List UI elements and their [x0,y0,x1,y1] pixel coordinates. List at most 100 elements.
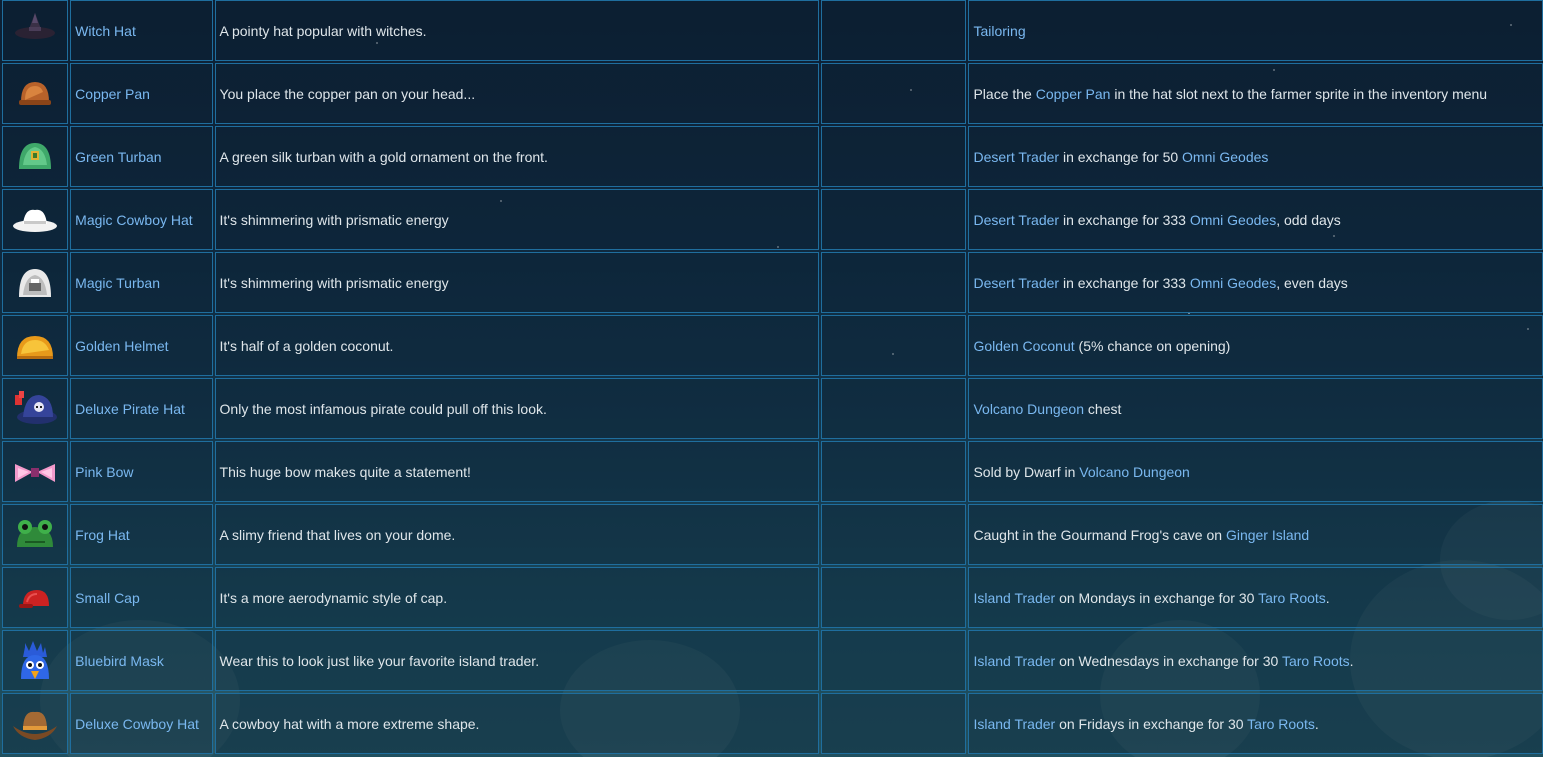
obtain-link[interactable]: Island Trader [973,716,1055,732]
obtain-text: in exchange for 333 [1059,211,1190,228]
hat-name-cell: Deluxe Cowboy Hat [70,693,213,754]
obtain-text: on Wednesdays in exchange for 30 [1055,652,1282,669]
hat-name-cell: Magic Turban [70,252,213,313]
hat-description-cell: A pointy hat popular with witches. [214,0,820,61]
table-row: Witch Hat A pointy hat popular with witch… [2,0,1543,61]
witch-hat-icon [3,9,67,53]
hat-icon-cell [2,189,69,250]
obtain-link[interactable]: Desert Trader [973,149,1059,165]
obtain-text: on Mondays in exchange for 30 [1055,589,1259,606]
obtain-link[interactable]: Volcano Dungeon [1079,464,1190,480]
hat-description-cell: A cowboy hat with a more extreme shape. [214,693,820,754]
hat-name-cell: Bluebird Mask [70,630,213,691]
table-row: Small Cap It's a more aerodynamic style o… [2,567,1543,628]
hat-name-cell: Deluxe Pirate Hat [70,378,213,439]
hat-name-cell: Witch Hat [70,0,213,61]
hat-description: A slimy friend that lives on your dome. [219,526,456,543]
obtain-link[interactable]: Ginger Island [1226,527,1309,543]
table-row: Golden Helmet It's half of a golden cocon… [2,315,1543,376]
obtain-link[interactable]: Omni Geodes [1190,275,1276,291]
obtain-link[interactable]: Copper Pan [1036,86,1111,102]
hat-obtain-cell: Desert Trader in exchange for 333 Omni G… [968,252,1543,313]
hat-description: Wear this to look just like your favorit… [219,652,540,669]
hat-description: You place the copper pan on your head... [219,85,476,102]
table-row: Magic Turban It's shimmering with prismat… [2,252,1543,313]
obtain-text: in exchange for 50 [1059,148,1183,165]
empty-cell [821,315,967,376]
hat-name-link[interactable]: Magic Cowboy Hat [75,212,193,228]
hat-description-cell: You place the copper pan on your head... [214,63,820,124]
hat-icon-cell [2,126,69,187]
hat-icon-cell [2,567,69,628]
hat-name-link[interactable]: Golden Helmet [75,338,168,354]
hats-table: Witch Hat A pointy hat popular with witch… [0,0,1543,756]
obtain-link[interactable]: Desert Trader [973,275,1059,291]
hat-name-cell: Frog Hat [70,504,213,565]
hat-description-cell: This huge bow makes quite a statement! [214,441,820,502]
hat-obtain-cell: Tailoring [968,0,1543,61]
empty-cell [821,126,967,187]
pink-bow-icon [3,450,67,494]
obtain-link[interactable]: Volcano Dungeon [973,401,1084,417]
table-row: Magic Cowboy Hat It's shimmering with pri… [2,189,1543,250]
hat-icon-cell [2,441,69,502]
table-row: Green Turban A green silk turban with a g… [2,126,1543,187]
hat-icon-cell [2,63,69,124]
hat-obtain-cell: Island Trader on Mondays in exchange for… [968,567,1543,628]
obtain-text: chest [1084,400,1122,417]
hat-name-link[interactable]: Copper Pan [75,86,150,102]
hat-description: A cowboy hat with a more extreme shape. [219,715,480,732]
hat-name-link[interactable]: Deluxe Pirate Hat [75,401,185,417]
hat-icon-cell [2,693,69,754]
hat-name-cell: Pink Bow [70,441,213,502]
empty-cell [821,252,967,313]
hat-name-link[interactable]: Deluxe Cowboy Hat [75,716,199,732]
hat-icon-cell [2,504,69,565]
hat-description-cell: It's shimmering with prismatic energy [214,252,820,313]
deluxe-cowboy-hat-icon [3,702,67,746]
obtain-link[interactable]: Omni Geodes [1182,149,1268,165]
table-row: Copper Pan You place the copper pan on yo… [2,63,1543,124]
hat-name-link[interactable]: Frog Hat [75,527,129,543]
obtain-link[interactable]: Island Trader [973,590,1055,606]
obtain-link[interactable]: Tailoring [973,23,1025,39]
hat-description: It's shimmering with prismatic energy [219,211,449,228]
hat-name-link[interactable]: Small Cap [75,590,140,606]
empty-cell [821,693,967,754]
hat-obtain-cell: Island Trader on Wednesdays in exchange … [968,630,1543,691]
obtain-link[interactable]: Island Trader [973,653,1055,669]
hat-name-cell: Copper Pan [70,63,213,124]
bluebird-mask-icon [3,639,67,683]
obtain-link[interactable]: Desert Trader [973,212,1059,228]
obtain-link[interactable]: Golden Coconut [973,338,1074,354]
empty-cell [821,630,967,691]
obtain-text: , odd days [1276,211,1341,228]
hat-name-link[interactable]: Witch Hat [75,23,136,39]
magic-turban-icon [3,261,67,305]
hat-name-link[interactable]: Magic Turban [75,275,160,291]
obtain-link[interactable]: Taro Roots [1282,653,1350,669]
magic-cowboy-hat-icon [3,198,67,242]
hat-obtain-cell: Desert Trader in exchange for 50 Omni Ge… [968,126,1543,187]
hat-name-link[interactable]: Pink Bow [75,464,133,480]
obtain-link[interactable]: Taro Roots [1258,590,1326,606]
obtain-link[interactable]: Taro Roots [1247,716,1315,732]
hat-name-link[interactable]: Green Turban [75,149,161,165]
empty-cell [821,504,967,565]
hat-icon-cell [2,378,69,439]
empty-cell [821,378,967,439]
hat-obtain-cell: Place the Copper Pan in the hat slot nex… [968,63,1543,124]
obtain-text: in exchange for 333 [1059,274,1190,291]
hat-description-cell: It's a more aerodynamic style of cap. [214,567,820,628]
hat-obtain-cell: Sold by Dwarf in Volcano Dungeon [968,441,1543,502]
hat-name-link[interactable]: Bluebird Mask [75,653,164,669]
hat-description: This huge bow makes quite a statement! [219,463,471,480]
small-cap-icon [3,576,67,620]
hat-description: A green silk turban with a gold ornament… [219,148,548,165]
hat-obtain-cell: Island Trader on Fridays in exchange for… [968,693,1543,754]
obtain-link[interactable]: Omni Geodes [1190,212,1276,228]
obtain-text: in the hat slot next to the farmer sprit… [1110,85,1488,102]
obtain-text: , even days [1276,274,1348,291]
obtain-text: . [1325,589,1330,606]
hat-name-cell: Golden Helmet [70,315,213,376]
